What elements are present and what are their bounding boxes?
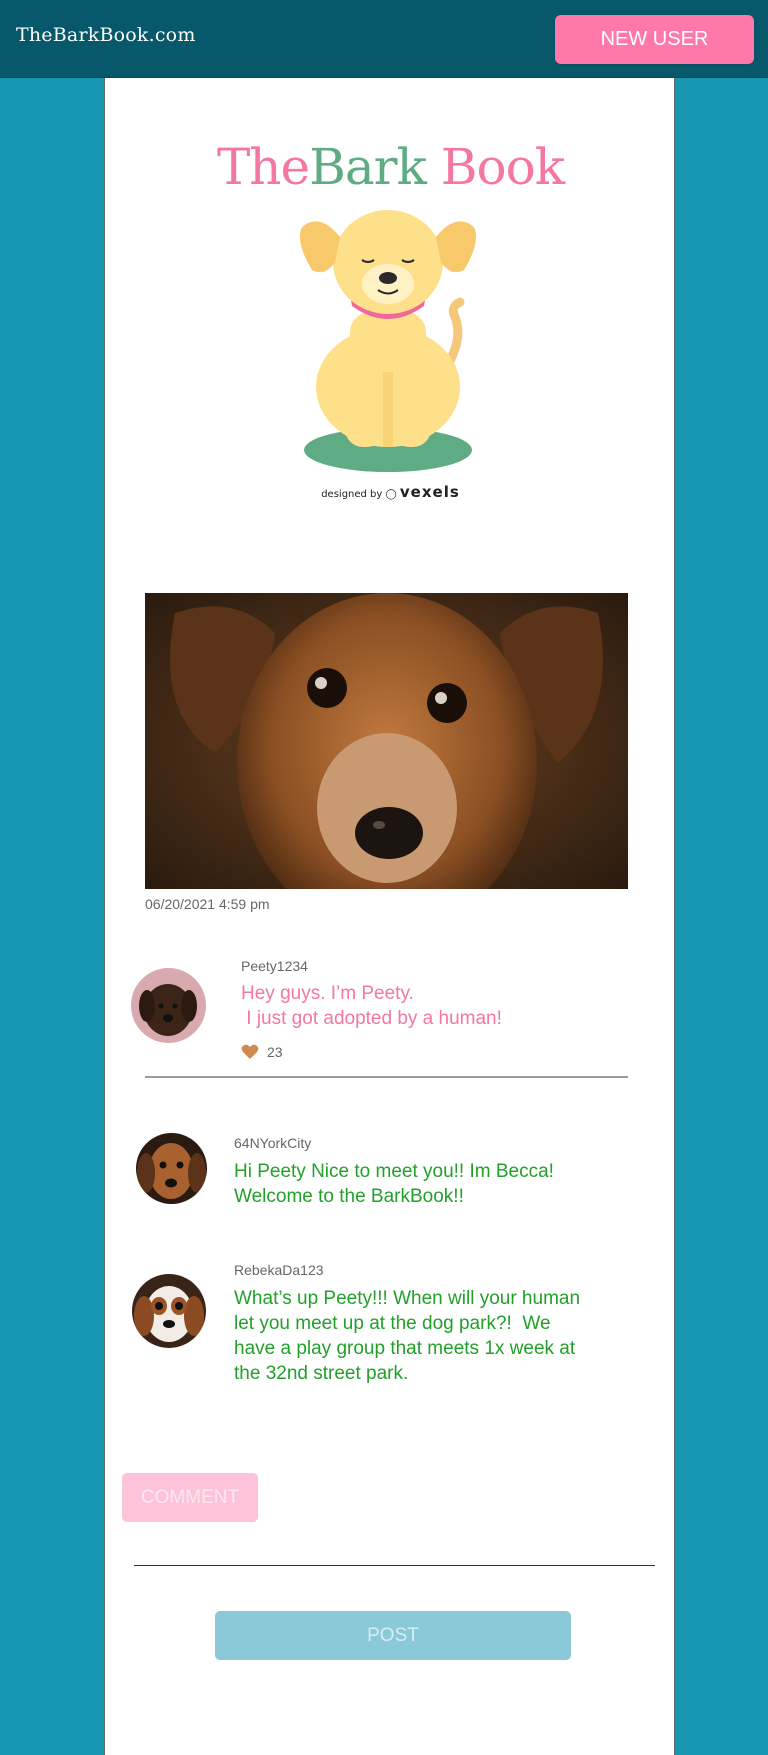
avatar[interactable] — [132, 1274, 206, 1348]
like-count: 23 — [267, 1044, 283, 1060]
comment-text: What’s up Peety!!! When will your human … — [234, 1288, 581, 1384]
dog-logo-illustration — [299, 210, 477, 472]
credit-prefix: designed by — [321, 489, 383, 500]
comment-username[interactable]: RebekaDa123 — [234, 1262, 324, 1278]
new-user-button[interactable]: NEW USER — [555, 15, 754, 64]
vexels-logo-icon: ◯ — [385, 489, 397, 500]
logo-title: TheBark Book — [105, 138, 676, 196]
comment-input-line[interactable] — [134, 1565, 655, 1566]
logo-title-book: Book — [440, 138, 565, 196]
comment-button[interactable]: COMMENT — [122, 1473, 258, 1522]
avatar[interactable] — [131, 968, 206, 1043]
credit-brand: vexels — [399, 483, 460, 501]
heart-icon[interactable] — [241, 1044, 259, 1060]
post-photo[interactable] — [145, 593, 628, 889]
top-nav-bar: TheBarkBook.com NEW USER — [0, 0, 768, 78]
comment-username[interactable]: 64NYorkCity — [234, 1135, 311, 1151]
site-name[interactable]: TheBarkBook.com — [16, 24, 196, 46]
like-control[interactable]: 23 — [241, 1044, 283, 1060]
post-timestamp: 06/20/2021 4:59 pm — [145, 896, 270, 912]
divider — [145, 1076, 628, 1078]
logo-title-the: The — [216, 138, 310, 196]
comment-username[interactable]: Peety1234 — [241, 958, 308, 974]
comment-text: Hi Peety Nice to meet you!! Im Becca! We… — [234, 1161, 554, 1207]
main-panel: TheBark Book designed by ◯ vexels 06/20/… — [104, 78, 675, 1755]
avatar[interactable] — [136, 1133, 207, 1204]
comment-text: Hey guys. I’m Peety. I just got adopted … — [241, 983, 502, 1029]
vexels-credit: designed by ◯ vexels — [105, 483, 676, 501]
logo-title-bark: Bark — [309, 138, 427, 196]
post-button[interactable]: POST — [215, 1611, 571, 1660]
